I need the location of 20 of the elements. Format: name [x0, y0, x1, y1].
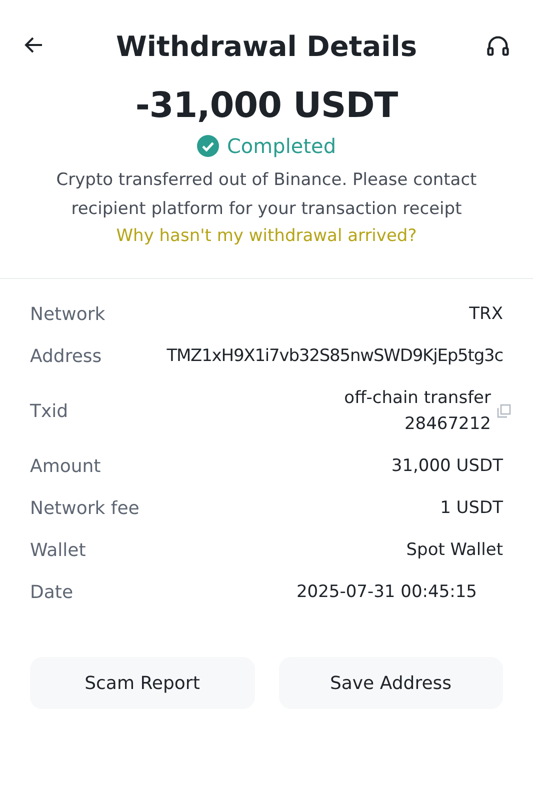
withdrawal-amount: -31,000 USDT	[135, 86, 398, 126]
detail-label: Network	[30, 304, 106, 324]
detail-label: Wallet	[30, 540, 86, 560]
status-label: Completed	[226, 134, 336, 158]
info-message: Crypto transferred out of Binance. Please contact recipient platform for your transaction receipt	[55, 169, 478, 221]
detail-value: off-chain transfer 28467212	[343, 387, 491, 436]
detail-label: Network fee	[30, 498, 140, 518]
detail-label: Txid	[30, 400, 68, 422]
detail-label: Date	[30, 582, 74, 602]
detail-value: 2025-07-31 00:45:15	[296, 581, 478, 604]
detail-value: Spot Wallet	[406, 539, 504, 562]
detail-label: Address	[30, 346, 102, 366]
detail-value: TRX	[469, 303, 504, 326]
detail-value: 1 USDT	[440, 497, 504, 520]
action-button[interactable]: Scam Report	[30, 657, 254, 709]
action-button[interactable]: Save Address	[278, 657, 503, 709]
detail-value: 31,000 USDT	[391, 455, 504, 478]
detail-label: Amount	[30, 456, 101, 476]
detail-value: TMZ1xH9X1i7vb32S85nwSWD9KjEp5tg3c	[166, 345, 504, 368]
page-title: Withdrawal Details	[116, 30, 418, 62]
